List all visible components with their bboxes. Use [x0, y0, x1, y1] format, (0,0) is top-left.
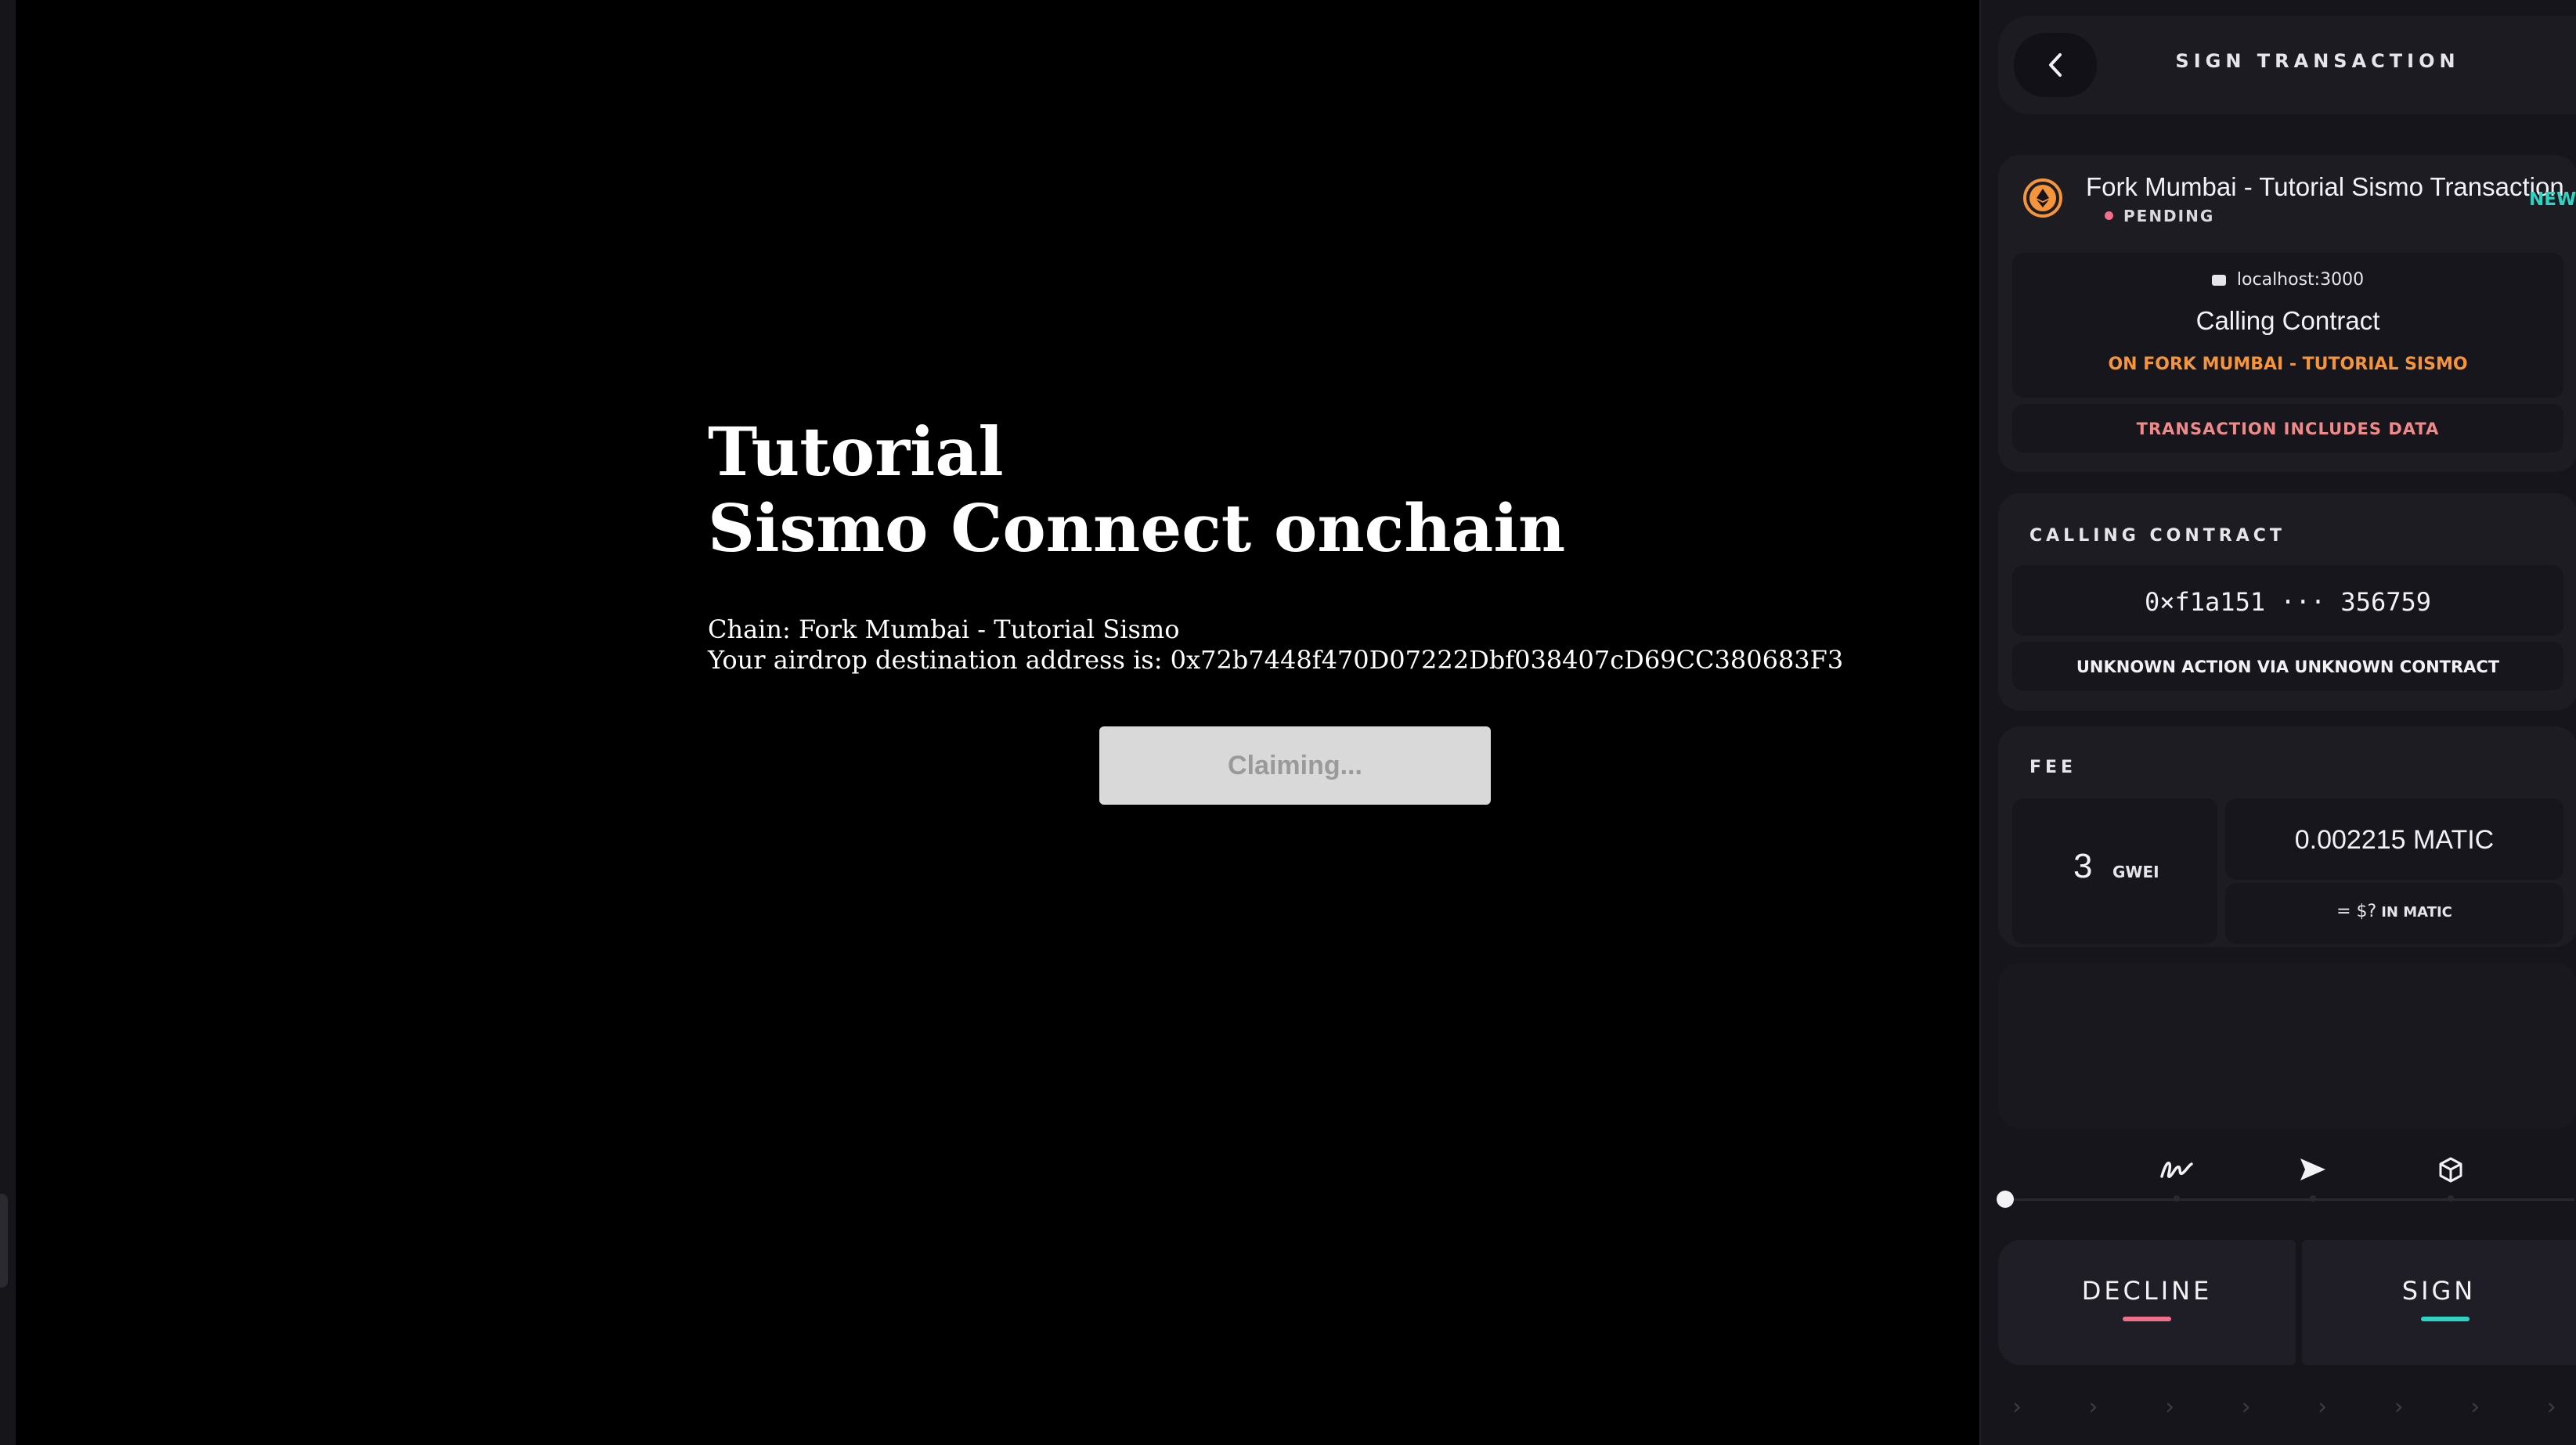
status-badge: PENDING — [2123, 207, 2215, 225]
decline-label: DECLINE — [2081, 1276, 2213, 1306]
side-tab-handle[interactable] — [0, 1194, 8, 1288]
fee-usd-unit: IN MATIC — [2381, 904, 2452, 921]
includes-data-notice[interactable]: TRANSACTION INCLUDES DATA — [2012, 404, 2563, 452]
wallet-title: SIGN TRANSACTION — [2175, 50, 2460, 72]
includes-data-label: TRANSACTION INCLUDES DATA — [2136, 420, 2440, 438]
origin-host: localhost:3000 — [2236, 270, 2365, 290]
fee-usd-value: = $? — [2336, 902, 2377, 921]
airdrop-address-info: Your airdrop destination address is: 0x7… — [708, 645, 1844, 675]
ethereum-network-icon — [2023, 178, 2062, 218]
browser-icon — [2211, 275, 2226, 286]
gas-price-value: 3 — [2073, 847, 2093, 885]
bottom-chevrons: › › › › › › › › — [2012, 1393, 2576, 1421]
sign-button[interactable]: SIGN — [2302, 1240, 2576, 1365]
back-button[interactable] — [2014, 33, 2097, 97]
contract-address: 0×f1a151 ··· 356759 — [2144, 587, 2432, 617]
sign-underline — [2421, 1317, 2470, 1321]
contract-action: UNKNOWN ACTION VIA UNKNOWN CONTRACT — [2076, 658, 2500, 676]
network-label: ON FORK MUMBAI - TUTORIAL SISMO — [2108, 355, 2468, 374]
contract-address-box[interactable]: 0×f1a151 ··· 356759 — [2012, 565, 2563, 636]
progress-track — [2003, 1198, 2574, 1201]
progress-knob[interactable] — [1997, 1191, 2014, 1208]
decline-button[interactable]: DECLINE — [1998, 1240, 2296, 1365]
fee-usd-box: = $? IN MATIC — [2225, 883, 2563, 944]
step-tick — [2174, 1195, 2180, 1202]
page-title: Tutorial — [708, 413, 1004, 492]
new-badge: NEW — [2529, 189, 2576, 210]
transaction-name: Fork Mumbai - Tutorial Sismo Transaction — [2086, 172, 2564, 201]
status-dot — [2105, 211, 2113, 220]
claim-button[interactable]: Claiming... — [1099, 726, 1491, 805]
empty-content-area — [1998, 963, 2576, 1129]
send-icon[interactable] — [2294, 1151, 2332, 1188]
calling-contract-label: CALLING CONTRACT — [2029, 526, 2286, 546]
dapp-page — [16, 0, 1979, 1445]
chevron-left-icon — [2049, 53, 2062, 77]
fee-amount-box: 0.002215 MATIC — [2225, 798, 2563, 880]
origin-box: localhost:3000 Calling Contract ON FORK … — [2012, 253, 2563, 398]
contract-action-box: UNKNOWN ACTION VIA UNKNOWN CONTRACT — [2012, 642, 2563, 690]
sign-label: SIGN — [2401, 1276, 2477, 1306]
gas-price-selector[interactable]: 3 GWEI — [2012, 798, 2217, 944]
calling-contract-card: CALLING CONTRACT 0×f1a151 ··· 356759 UNK… — [1998, 493, 2576, 711]
signature-icon[interactable] — [2158, 1151, 2195, 1188]
decline-underline — [2123, 1317, 2171, 1321]
step-tick — [2310, 1195, 2316, 1202]
page-subtitle: Sismo Connect onchain — [708, 490, 1566, 567]
wallet-panel: SIGN TRANSACTION Fork Mumbai - Tutorial … — [1979, 0, 2576, 1445]
fee-label: FEE — [2029, 758, 2077, 777]
action-title: Calling Contract — [2195, 306, 2380, 335]
step-tick — [2448, 1195, 2454, 1202]
fee-card: FEE 3 GWEI 0.002215 MATIC = $? IN MATIC — [1998, 726, 2576, 947]
cube-icon[interactable] — [2432, 1151, 2470, 1188]
transaction-card: Fork Mumbai - Tutorial Sismo Transaction… — [1998, 155, 2576, 472]
chain-info: Chain: Fork Mumbai - Tutorial Sismo — [708, 614, 1180, 644]
fee-amount: 0.002215 MATIC — [2294, 825, 2495, 855]
gas-price-unit: GWEI — [2112, 863, 2159, 881]
signing-steps — [1979, 1143, 2576, 1213]
